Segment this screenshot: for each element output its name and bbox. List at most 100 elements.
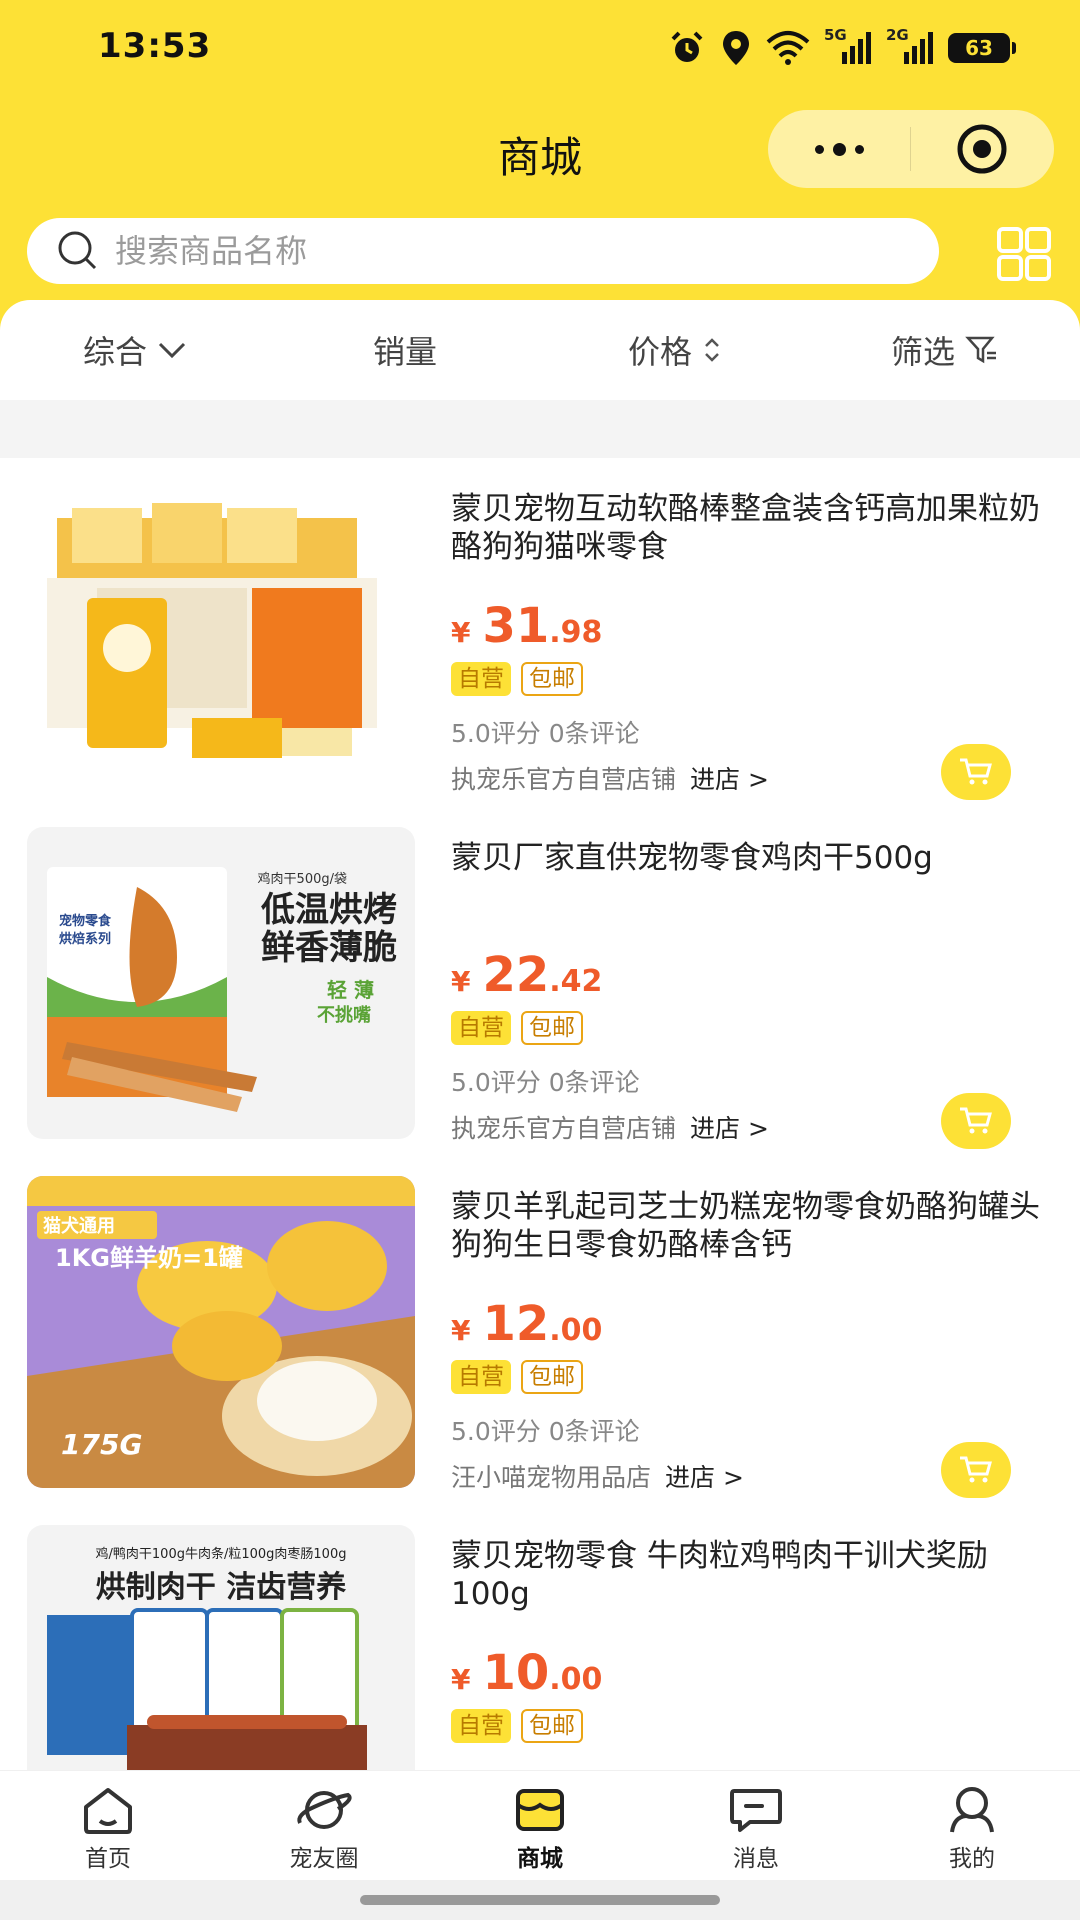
tab-shop[interactable]: 商城 (432, 1771, 648, 1880)
product-image: 猫犬通用 1KG鲜羊奶=1罐 175G (27, 1176, 415, 1488)
shop-icon (516, 1789, 564, 1831)
image-text-weight: 鸡肉干500g/袋 (258, 871, 347, 887)
enter-shop-link[interactable]: 进店 > (665, 1458, 744, 1494)
price-integer: 10 (482, 1645, 550, 1701)
tab-messages[interactable]: 消息 (648, 1771, 864, 1880)
tag-self-operated: 自营 (451, 1360, 511, 1394)
sort-sales[interactable]: 销量 (270, 300, 540, 400)
product-card[interactable]: 猫犬通用 1KG鲜羊奶=1罐 175G 蒙贝羊乳起司芝士奶糕宠物零食奶酪狗罐头狗… (0, 1156, 1080, 1505)
cart-icon (960, 1107, 992, 1134)
sort-price[interactable]: 价格 (540, 300, 810, 400)
message-icon (730, 1789, 782, 1832)
price-decimal: .98 (549, 615, 603, 650)
product-card[interactable]: 鸡/鸭肉干100g牛肉条/粒100g肉枣肠100g 烘制肉干 洁齿营养 蒙贝宠物… (0, 1505, 1080, 1770)
product-price: ¥ 22 .42 (451, 947, 1061, 1003)
image-text-weight: 175G (61, 1428, 142, 1461)
image-text-headline-1: 低温烘烤 (261, 890, 397, 930)
tag-free-shipping: 包邮 (521, 1011, 583, 1045)
wifi-icon (766, 31, 810, 65)
tab-profile-label: 我的 (949, 1846, 995, 1872)
header: 13:53 5G 2G 63 商城 搜索商品名称 (0, 0, 1080, 330)
product-tags: 自营 包邮 (451, 1709, 1061, 1745)
target-close-icon (957, 124, 1007, 174)
search-icon (58, 231, 97, 270)
image-text-series-1: 宠物零食 (59, 913, 112, 929)
add-to-cart-button[interactable] (941, 744, 1011, 800)
price-currency: ¥ (451, 616, 471, 649)
tab-messages-label: 消息 (733, 1846, 779, 1872)
product-image (27, 478, 415, 790)
product-price: ¥ 31 .98 (451, 598, 1061, 654)
tab-home[interactable]: 首页 (0, 1771, 216, 1880)
chevron-down-icon (158, 342, 186, 359)
tag-free-shipping: 包邮 (521, 1360, 583, 1394)
price-decimal: .00 (549, 1313, 603, 1348)
price-currency: ¥ (451, 965, 471, 998)
product-title: 蒙贝宠物零食 牛肉粒鸡鸭肉干训犬奖励100g (451, 1538, 988, 1612)
product-price: ¥ 12 .00 (451, 1296, 1061, 1352)
sort-comprehensive[interactable]: 综合 (0, 300, 270, 400)
sort-arrows-icon (705, 338, 719, 362)
add-to-cart-button[interactable] (941, 1442, 1011, 1498)
tag-free-shipping: 包邮 (521, 1709, 583, 1743)
home-indicator[interactable] (360, 1895, 720, 1905)
product-card[interactable]: 鸡肉干500g/袋 低温烘烤 鲜香薄脆 宠物零食 烘焙系列 轻 薄 不挑嘴 蒙贝… (0, 807, 1080, 1156)
price-integer: 12 (482, 1296, 550, 1352)
home-icon (84, 1788, 132, 1834)
add-to-cart-button[interactable] (941, 1093, 1011, 1149)
product-card[interactable]: 蒙贝宠物互动软酪棒整盒装含钙高加果粒奶酪狗狗猫咪零食 ¥ 31 .98 自营 包… (0, 458, 1080, 807)
more-dots-icon (814, 142, 864, 156)
bottom-tab-bar: 首页 宠友圈 商城 消息 我的 (0, 1770, 1080, 1880)
product-tags: 自营 包邮 (451, 662, 1061, 698)
product-title: 蒙贝羊乳起司芝士奶糕宠物零食奶酪狗罐头狗狗生日零食奶酪棒含钙 (451, 1189, 1040, 1263)
status-time: 13:53 (98, 26, 212, 66)
price-currency: ¥ (451, 1663, 471, 1696)
search-input[interactable] (115, 232, 875, 270)
sort-filter-label: 筛选 (890, 333, 955, 371)
product-tags: 自营 包邮 (451, 1360, 1061, 1396)
image-text-headline-2: 鲜香薄脆 (261, 928, 397, 968)
user-icon (950, 1787, 994, 1833)
more-button[interactable] (768, 110, 910, 188)
sort-sales-label: 销量 (372, 333, 437, 371)
product-image: 鸡/鸭肉干100g牛肉条/粒100g肉枣肠100g 烘制肉干 洁齿营养 (27, 1525, 415, 1770)
image-text-badge: 猫犬通用 (43, 1215, 115, 1237)
mini-program-capsule (768, 110, 1054, 188)
filter-icon (965, 336, 996, 364)
shop-name: 汪小喵宠物用品店 (451, 1463, 652, 1492)
status-bar: 13:53 5G 2G 63 (0, 0, 1080, 96)
price-decimal: .42 (549, 964, 603, 999)
search-bar[interactable] (27, 218, 939, 284)
image-text-headline: 1KG鲜羊奶=1罐 (55, 1244, 243, 1272)
product-price: ¥ 10 .00 (451, 1645, 1061, 1701)
tag-free-shipping: 包邮 (521, 662, 583, 696)
sort-filter[interactable]: 筛选 (810, 300, 1080, 400)
image-text-series-2: 烘焙系列 (59, 931, 111, 947)
tag-self-operated: 自营 (451, 1709, 511, 1743)
location-icon (723, 31, 749, 65)
tab-pet-circle[interactable]: 宠友圈 (216, 1771, 432, 1880)
tab-shop-label: 商城 (517, 1846, 563, 1872)
cart-icon (960, 758, 992, 785)
tab-profile[interactable]: 我的 (864, 1771, 1080, 1880)
price-integer: 31 (482, 598, 550, 654)
tag-self-operated: 自营 (451, 662, 511, 696)
battery-icon: 63 (948, 33, 1016, 63)
cart-icon (960, 1456, 992, 1483)
price-decimal: .00 (549, 1662, 603, 1697)
sort-comprehensive-label: 综合 (82, 333, 147, 371)
product-title: 蒙贝宠物互动软酪棒整盒装含钙高加果粒奶酪狗狗猫咪零食 (451, 491, 1040, 565)
product-title: 蒙贝厂家直供宠物零食鸡肉干500g (451, 840, 933, 876)
sort-bar: 综合 销量 价格 筛选 (0, 300, 1080, 400)
battery-level: 63 (965, 36, 993, 60)
close-mini-program-button[interactable] (911, 110, 1053, 188)
price-currency: ¥ (451, 1314, 471, 1347)
enter-shop-link[interactable]: 进店 > (690, 1109, 769, 1145)
product-tags: 自营 包邮 (451, 1011, 1061, 1047)
planet-icon (297, 1791, 352, 1829)
image-text-subtitle: 鸡/鸭肉干100g牛肉条/粒100g肉枣肠100g (96, 1546, 347, 1562)
sort-price-label: 价格 (627, 333, 692, 371)
grid-view-icon[interactable] (996, 226, 1052, 282)
price-integer: 22 (482, 947, 550, 1003)
enter-shop-link[interactable]: 进店 > (690, 760, 769, 796)
